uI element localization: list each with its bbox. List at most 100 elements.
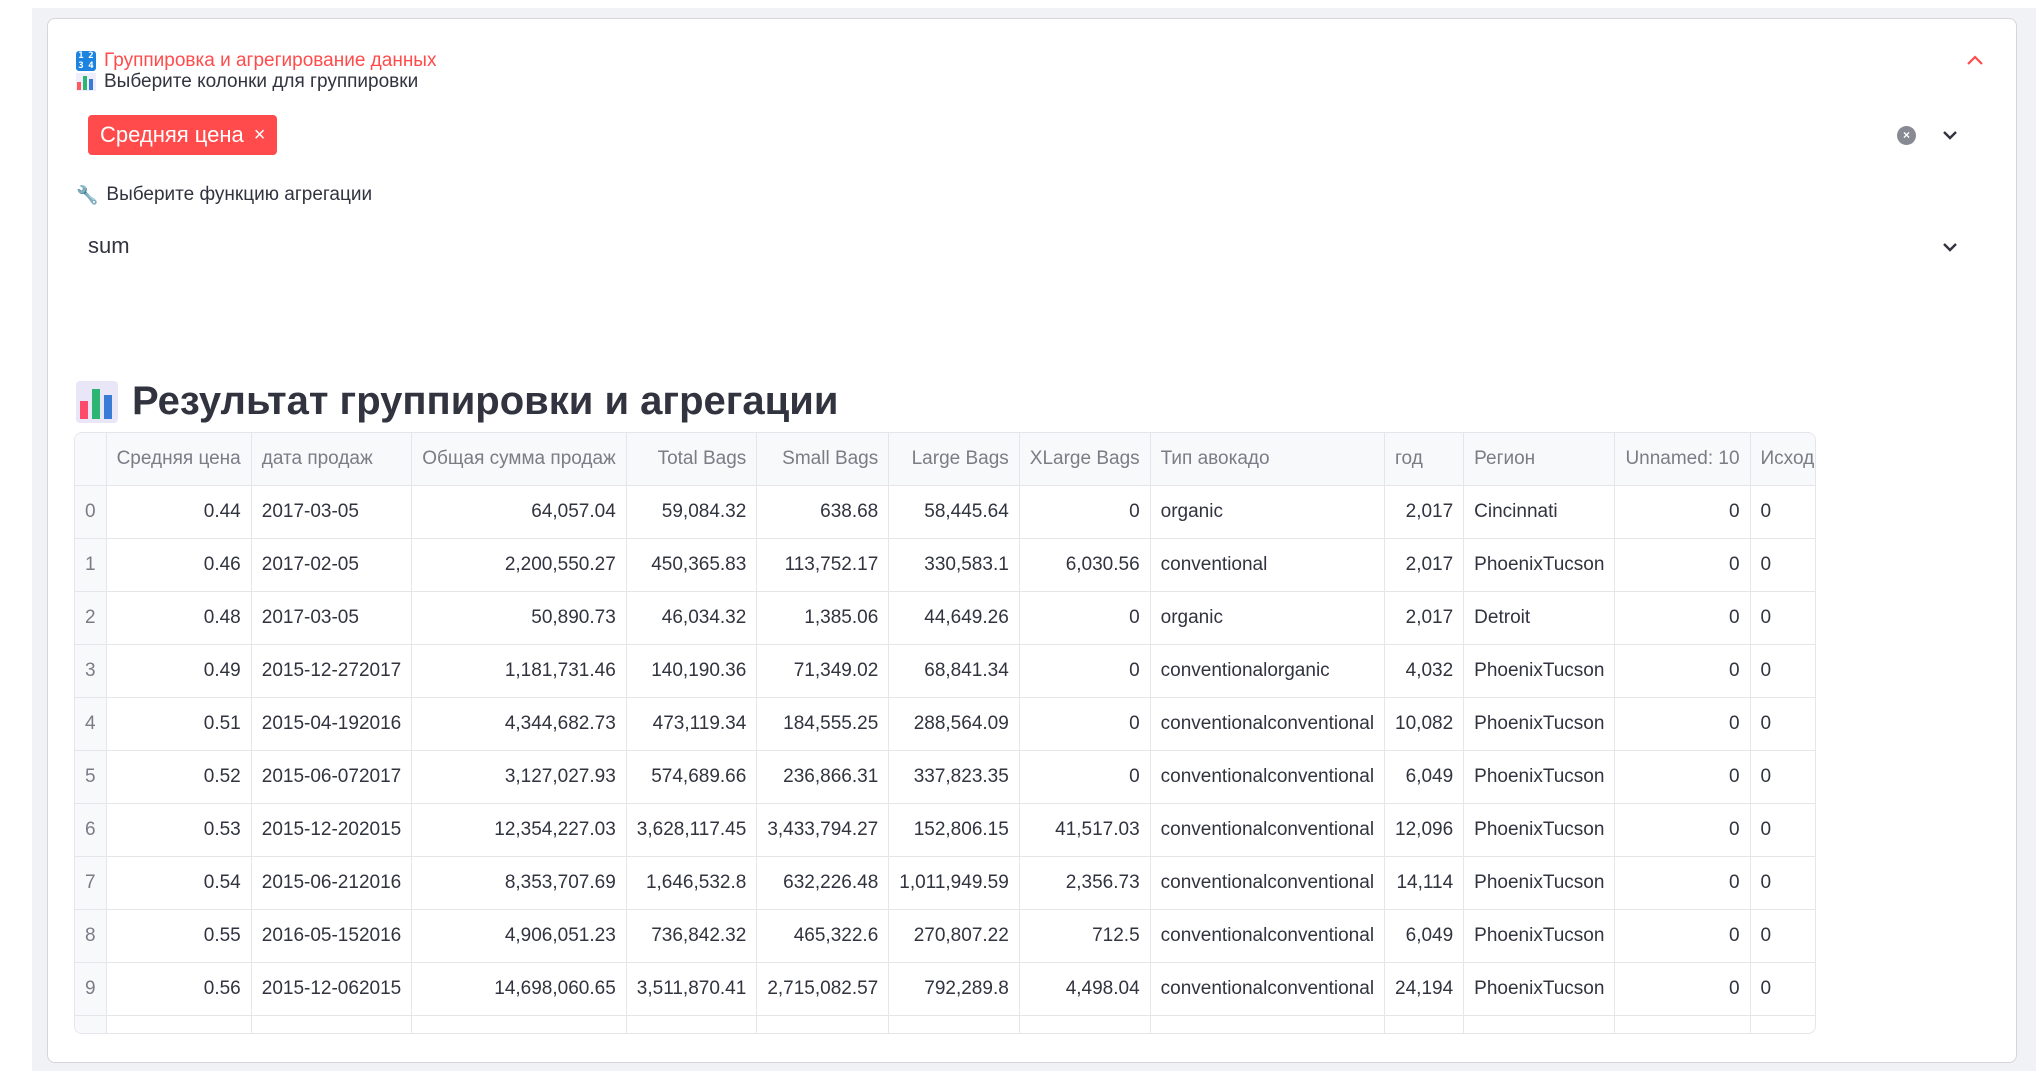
table-cell[interactable]: 236,866.31 bbox=[756, 750, 890, 804]
table-cell[interactable]: 12,354,227.03 bbox=[411, 803, 627, 857]
table-cell[interactable]: 792,289.8 bbox=[888, 962, 1020, 1016]
table-cell[interactable]: 3,433,794.27 bbox=[756, 803, 890, 857]
table-cell[interactable]: organic bbox=[1150, 485, 1386, 539]
table-cell[interactable]: 0 bbox=[1614, 750, 1751, 804]
table-cell[interactable]: 712.5 bbox=[1019, 909, 1151, 963]
table-cell[interactable]: 0 bbox=[1019, 750, 1151, 804]
column-header[interactable]: год bbox=[1384, 433, 1465, 486]
table-cell[interactable]: 59,084.32 bbox=[626, 485, 758, 539]
table-cell[interactable]: 24,194 bbox=[1384, 962, 1465, 1016]
table-cell[interactable]: 0 bbox=[1750, 485, 1815, 539]
column-header[interactable]: Общая сумма продаж bbox=[411, 433, 627, 486]
table-cell[interactable]: conventional bbox=[1150, 538, 1386, 592]
table-cell[interactable]: 113,752.17 bbox=[756, 538, 890, 592]
table-cell[interactable]: 41,517.03 bbox=[1019, 803, 1151, 857]
row-index[interactable]: 7 bbox=[75, 856, 107, 910]
table-cell[interactable]: 4,344,682.73 bbox=[411, 697, 627, 751]
table-cell[interactable]: conventionalconventional bbox=[1150, 697, 1386, 751]
table-cell[interactable]: 465,322.6 bbox=[756, 909, 890, 963]
table-cell[interactable]: 0 bbox=[1614, 803, 1751, 857]
table-cell[interactable]: 270,807.22 bbox=[888, 909, 1020, 963]
table-cell[interactable]: 0 bbox=[1019, 485, 1151, 539]
table-cell[interactable]: 638.68 bbox=[756, 485, 890, 539]
table-cell[interactable]: 2017-03-05 bbox=[251, 591, 413, 645]
table-cell[interactable]: 0 bbox=[1750, 909, 1815, 963]
table-cell[interactable]: 3,628,117.45 bbox=[626, 803, 758, 857]
table-cell[interactable]: 0 bbox=[1614, 856, 1751, 910]
table-cell[interactable]: organic bbox=[1150, 591, 1386, 645]
table-cell[interactable]: conventionalorganic bbox=[1150, 644, 1386, 698]
table-cell[interactable]: 0.54 bbox=[106, 856, 252, 910]
table-cell[interactable]: 0.52 bbox=[106, 750, 252, 804]
table-cell[interactable]: PhoenixTucson bbox=[1463, 697, 1616, 751]
chevron-up-icon[interactable] bbox=[1962, 47, 1988, 73]
table-cell[interactable]: 184,555.25 bbox=[756, 697, 890, 751]
table-cell[interactable]: 0.56 bbox=[106, 962, 252, 1016]
table-cell[interactable]: 3,511,870.41 bbox=[626, 962, 758, 1016]
selected-tag[interactable]: Средняя цена × bbox=[88, 115, 278, 155]
table-cell[interactable]: 632,226.48 bbox=[756, 856, 890, 910]
table-cell[interactable]: 2016-05-152016 bbox=[251, 909, 413, 963]
table-cell[interactable]: 2,017 bbox=[1384, 538, 1465, 592]
table-cell[interactable]: 1,181,731.46 bbox=[411, 644, 627, 698]
chevron-down-icon[interactable] bbox=[1938, 123, 1962, 147]
table-cell[interactable]: 0.46 bbox=[106, 538, 252, 592]
table-cell[interactable]: 2017-02-05 bbox=[251, 538, 413, 592]
table-cell[interactable]: 0.49 bbox=[106, 644, 252, 698]
table-cell[interactable]: 10,082 bbox=[1384, 697, 1465, 751]
table-cell[interactable]: 0 bbox=[1750, 856, 1815, 910]
table-cell[interactable]: 6,049 bbox=[1384, 750, 1465, 804]
table-cell[interactable]: conventionalconventional bbox=[1150, 750, 1386, 804]
table-cell[interactable]: PhoenixTucson bbox=[1463, 856, 1616, 910]
table-cell[interactable]: 2,356.73 bbox=[1019, 856, 1151, 910]
row-index[interactable]: 3 bbox=[75, 644, 107, 698]
table-cell[interactable]: 2,017 bbox=[1384, 591, 1465, 645]
table-cell[interactable]: 0 bbox=[1614, 697, 1751, 751]
table-cell[interactable]: 0 bbox=[1750, 697, 1815, 751]
clear-icon[interactable]: × bbox=[1897, 126, 1916, 145]
table-cell[interactable]: PhoenixTucson bbox=[1463, 909, 1616, 963]
table-cell[interactable]: 473,119.34 bbox=[626, 697, 758, 751]
table-cell[interactable]: 44,649.26 bbox=[888, 591, 1020, 645]
table-cell[interactable]: 4,498.04 bbox=[1019, 962, 1151, 1016]
table-cell[interactable]: 2015-12-272017 bbox=[251, 644, 413, 698]
table-cell[interactable]: Cincinnati bbox=[1463, 485, 1616, 539]
table-cell[interactable]: 12,096 bbox=[1384, 803, 1465, 857]
table-cell[interactable]: 0 bbox=[1614, 962, 1751, 1016]
table-cell[interactable]: conventionalconventional bbox=[1150, 856, 1386, 910]
table-cell[interactable]: 58,445.64 bbox=[888, 485, 1020, 539]
table-cell[interactable]: 736,842.32 bbox=[626, 909, 758, 963]
table-cell[interactable]: 337,823.35 bbox=[888, 750, 1020, 804]
row-index[interactable]: 9 bbox=[75, 962, 107, 1016]
table-cell[interactable]: 3,127,027.93 bbox=[411, 750, 627, 804]
group-columns-multiselect[interactable]: Средняя цена × × bbox=[76, 107, 1992, 163]
table-cell[interactable]: 2015-04-192016 bbox=[251, 697, 413, 751]
table-cell[interactable]: 0 bbox=[1614, 909, 1751, 963]
table-cell[interactable]: 0 bbox=[1750, 962, 1815, 1016]
row-index[interactable]: 6 bbox=[75, 803, 107, 857]
table-cell[interactable]: 0 bbox=[1614, 591, 1751, 645]
table-cell[interactable]: 2,715,082.57 bbox=[756, 962, 890, 1016]
table-cell[interactable]: 0 bbox=[1750, 803, 1815, 857]
table-cell[interactable]: 50,890.73 bbox=[411, 591, 627, 645]
table-cell[interactable]: 8,353,707.69 bbox=[411, 856, 627, 910]
table-cell[interactable]: 4,906,051.23 bbox=[411, 909, 627, 963]
remove-tag-icon[interactable]: × bbox=[254, 125, 266, 145]
table-cell[interactable]: 0 bbox=[1019, 697, 1151, 751]
column-header[interactable]: Регион bbox=[1463, 433, 1616, 486]
table-cell[interactable]: 2015-06-212016 bbox=[251, 856, 413, 910]
table-cell[interactable]: 152,806.15 bbox=[888, 803, 1020, 857]
table-cell[interactable]: conventionalconventional bbox=[1150, 803, 1386, 857]
table-cell[interactable]: 0 bbox=[1750, 538, 1815, 592]
table-cell[interactable]: 0.55 bbox=[106, 909, 252, 963]
row-index[interactable]: 4 bbox=[75, 697, 107, 751]
agg-function-select[interactable]: sum bbox=[76, 219, 1992, 275]
table-cell[interactable]: 0 bbox=[1019, 591, 1151, 645]
table-cell[interactable]: 0 bbox=[1019, 644, 1151, 698]
expander-title[interactable]: Группировка и агрегирование данных bbox=[104, 50, 436, 72]
row-index[interactable]: 2 bbox=[75, 591, 107, 645]
table-cell[interactable]: 2,200,550.27 bbox=[411, 538, 627, 592]
table-cell[interactable]: 0 bbox=[1750, 591, 1815, 645]
column-header[interactable]: Total Bags bbox=[626, 433, 758, 486]
table-cell[interactable]: 71,349.02 bbox=[756, 644, 890, 698]
